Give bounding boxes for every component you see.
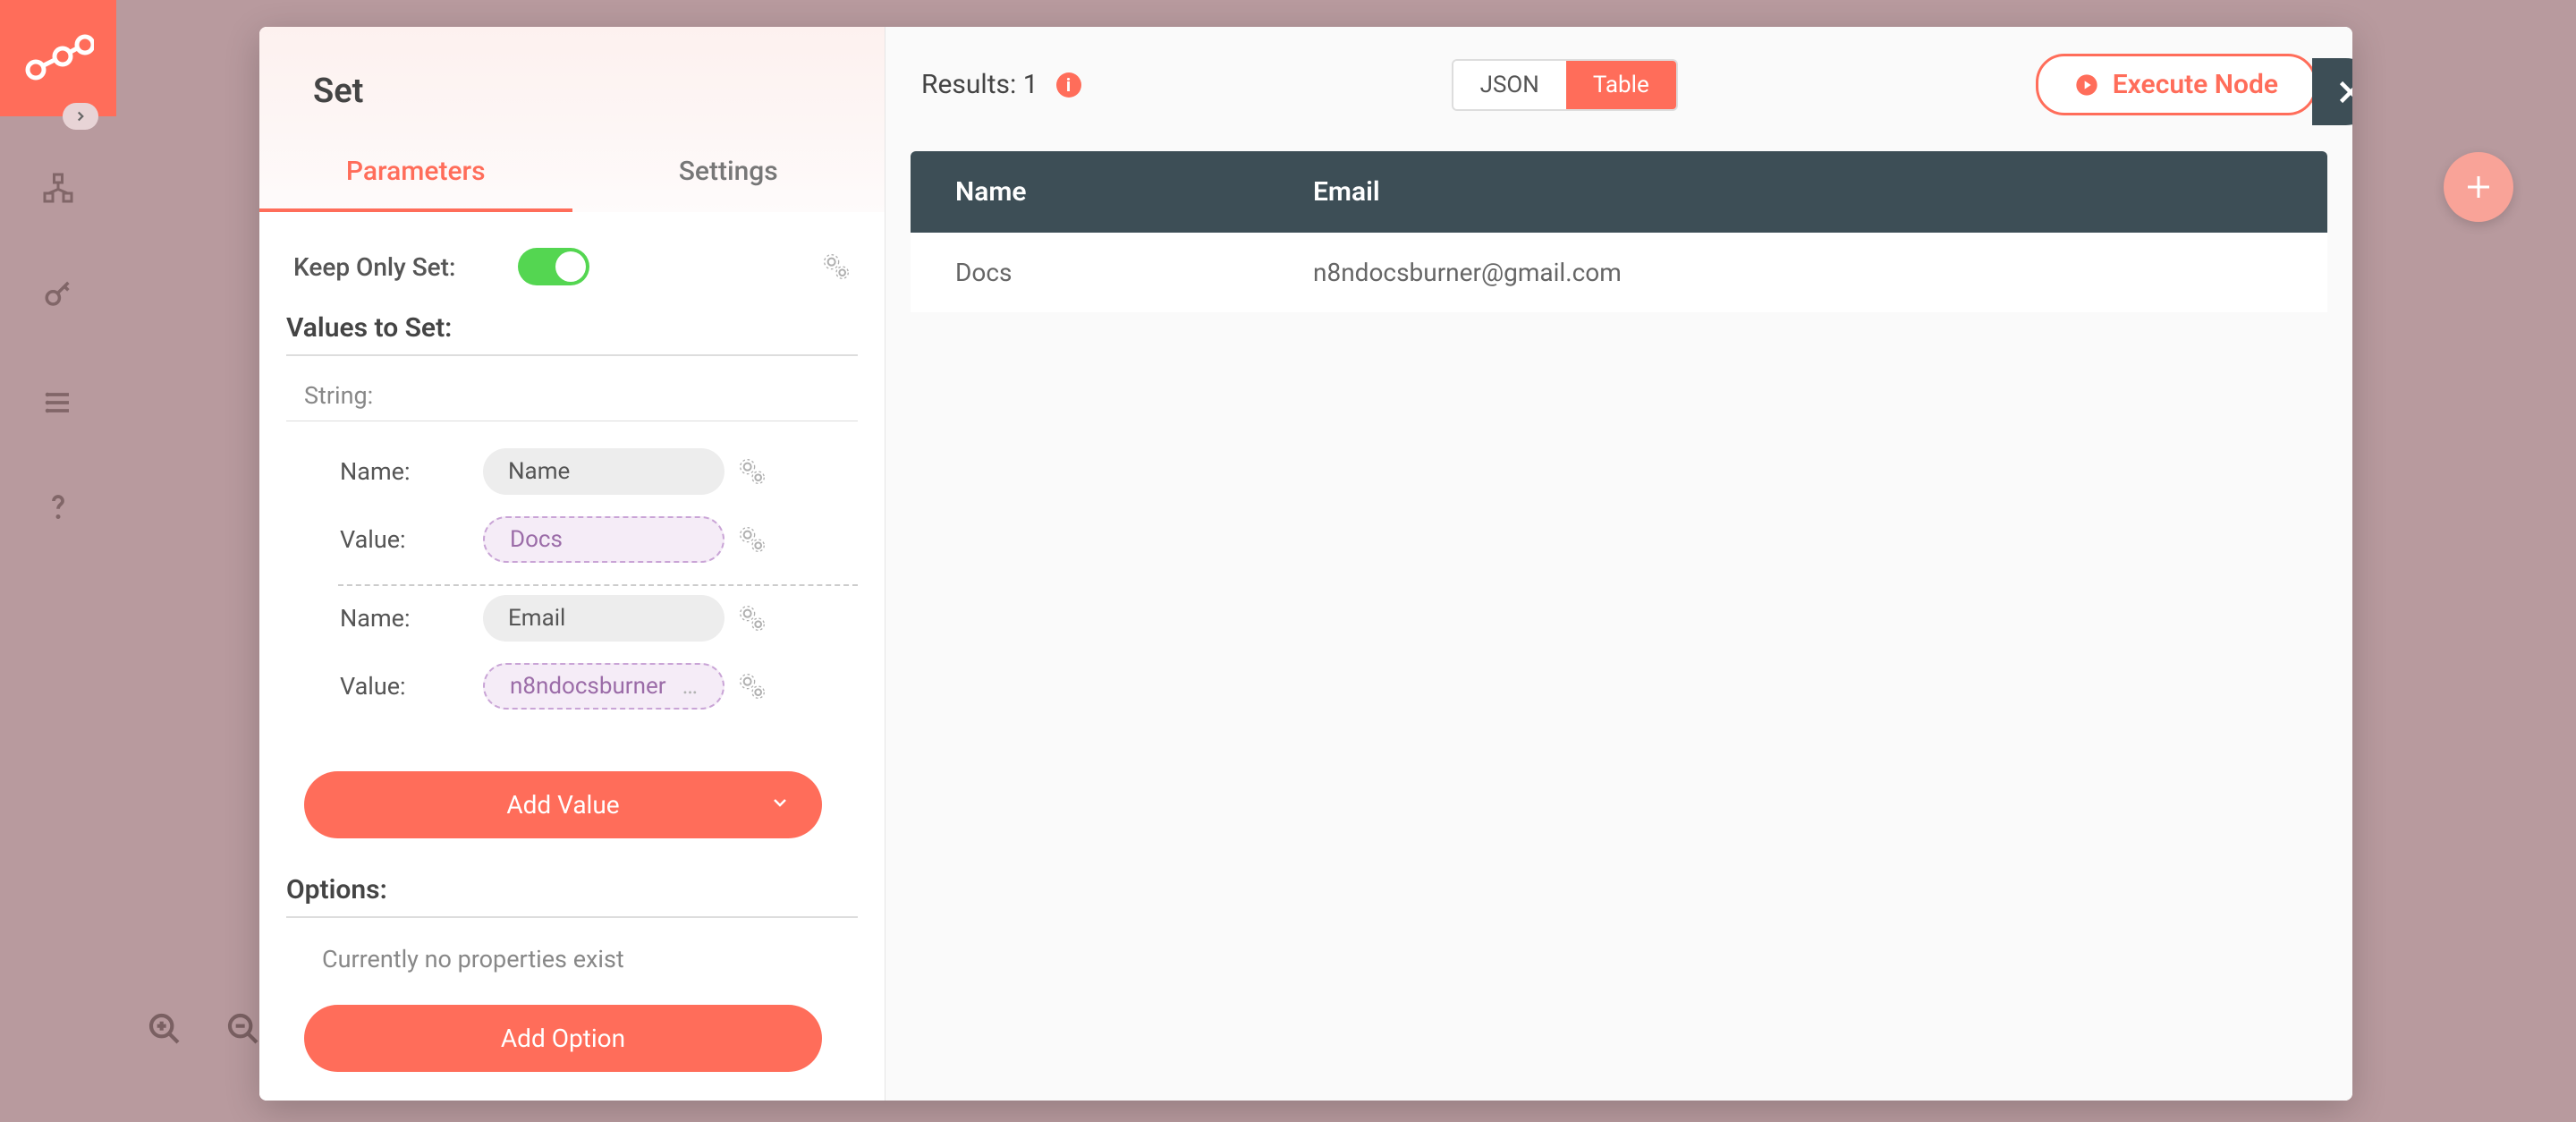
keep-only-set-toggle[interactable]	[518, 248, 589, 285]
tab-parameters[interactable]: Parameters	[259, 129, 572, 212]
field-name-input-0[interactable]: Name	[483, 448, 724, 495]
node-editor-modal: Set Parameters Settings Keep Only Set: V…	[259, 27, 2352, 1101]
app-logo	[0, 0, 116, 116]
field-value-options-0[interactable]	[738, 525, 767, 554]
field-name-label: Name:	[340, 457, 483, 486]
column-header-email: Email	[1268, 151, 2327, 233]
field-value-label: Value:	[340, 672, 483, 701]
sidebar	[0, 0, 116, 1122]
column-header-name: Name	[911, 151, 1268, 233]
results-count: Results: 1	[921, 69, 1038, 100]
keep-only-set-label: Keep Only Set:	[293, 252, 455, 282]
close-modal-button[interactable]	[2312, 58, 2352, 125]
zoom-out-button[interactable]	[222, 1007, 265, 1050]
n8n-logo-icon	[22, 34, 94, 83]
field-value-input-0[interactable]: Docs	[483, 516, 724, 563]
plus-icon	[2462, 171, 2495, 203]
chevron-down-icon	[769, 790, 791, 820]
field-name-label: Name:	[340, 604, 483, 633]
info-icon[interactable]: i	[1056, 72, 1081, 98]
tab-settings[interactable]: Settings	[572, 129, 886, 212]
no-properties-text: Currently no properties exist	[286, 927, 858, 982]
panel-tabs: Parameters Settings	[259, 129, 885, 212]
close-icon	[2334, 76, 2353, 108]
field-value-options-1[interactable]	[738, 672, 767, 701]
execute-node-button[interactable]: Execute Node	[2036, 54, 2317, 115]
gears-icon	[738, 457, 767, 486]
add-option-button[interactable]: Add Option	[304, 1005, 822, 1072]
workflows-nav-icon[interactable]	[40, 170, 76, 206]
field-name-input-1[interactable]: Email	[483, 595, 724, 642]
keep-only-set-options-button[interactable]	[822, 252, 851, 281]
node-title: Set	[313, 72, 849, 111]
parameters-panel: Set Parameters Settings Keep Only Set: V…	[259, 27, 886, 1101]
executions-nav-icon[interactable]	[40, 385, 76, 421]
field-name-options-0[interactable]	[738, 457, 767, 486]
options-header: Options:	[286, 874, 858, 918]
field-name-options-1[interactable]	[738, 604, 767, 633]
play-icon	[2074, 72, 2099, 98]
field-value-input-1[interactable]: n8ndocsburner…	[483, 663, 724, 710]
gears-icon	[738, 672, 767, 701]
zoom-in-button[interactable]	[143, 1007, 186, 1050]
help-nav-icon[interactable]	[40, 492, 76, 528]
table-row: Docs n8ndocsburner@gmail.com	[911, 233, 2327, 312]
view-json-button[interactable]: JSON	[1453, 61, 1566, 109]
cell-name: Docs	[911, 233, 1268, 312]
field-value-label: Value:	[340, 525, 483, 554]
zoom-controls	[143, 1007, 265, 1050]
cell-email: n8ndocsburner@gmail.com	[1268, 233, 2327, 312]
results-table: Name Email Docs n8ndocsburner@gmail.com	[911, 151, 2327, 312]
view-table-button[interactable]: Table	[1566, 61, 1676, 109]
results-panel: Results: 1 i JSON Table Execute Node Nam…	[886, 27, 2352, 1101]
gears-icon	[822, 252, 851, 281]
string-group-label: String:	[286, 365, 858, 421]
gears-icon	[738, 525, 767, 554]
gears-icon	[738, 604, 767, 633]
add-node-fab[interactable]	[2444, 152, 2513, 222]
chevron-right-icon	[72, 108, 89, 124]
values-to-set-header: Values to Set:	[286, 312, 858, 356]
credentials-nav-icon[interactable]	[40, 277, 76, 313]
add-value-button[interactable]: Add Value	[304, 771, 822, 838]
expand-sidebar-button[interactable]	[63, 103, 98, 130]
view-toggle: JSON Table	[1452, 59, 1678, 111]
